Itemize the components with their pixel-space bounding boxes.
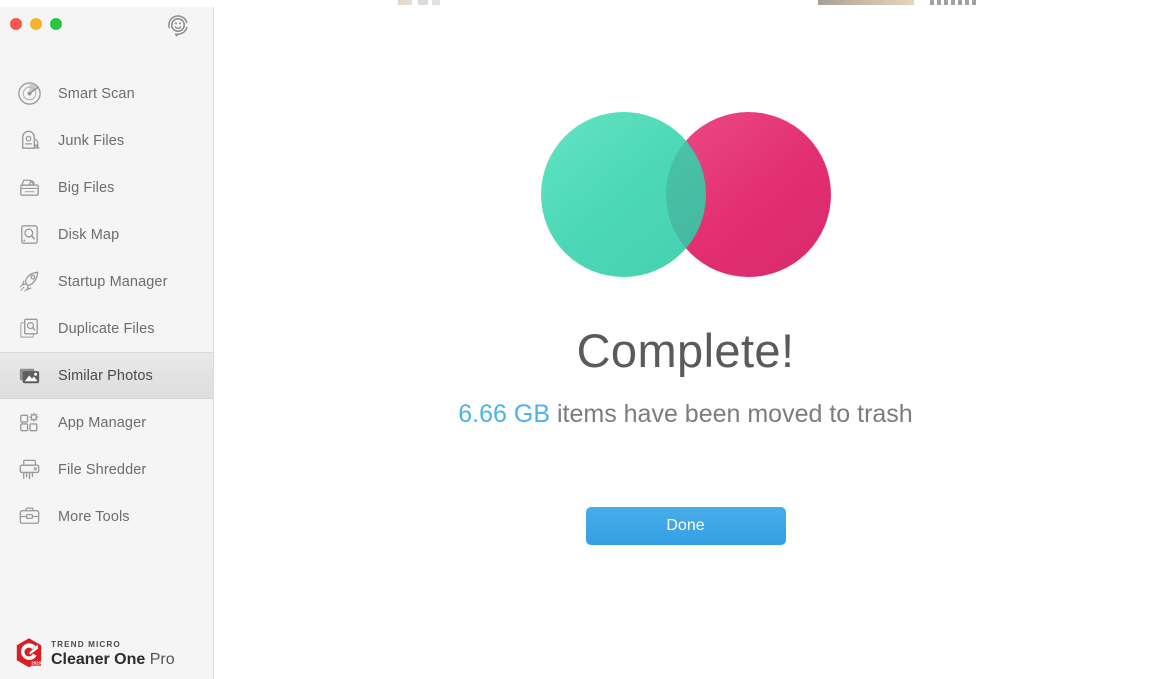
duplicate-docs-icon	[14, 314, 44, 344]
status-message: 6.66 GB items have been moved to trash	[458, 400, 912, 429]
brand-footer: 2020 TREND MICRO Cleaner One Pro	[14, 637, 175, 669]
sidebar-item-label: Disk Map	[58, 226, 120, 243]
sidebar-item-similar-photos[interactable]: Similar Photos	[0, 352, 213, 399]
sidebar-item-label: Similar Photos	[58, 367, 153, 384]
window-controls	[10, 18, 62, 30]
sidebar-item-label: Duplicate Files	[58, 320, 155, 337]
rocket-icon	[14, 267, 44, 297]
page-title: Complete!	[576, 324, 795, 377]
cleaner-one-pro-window: Smart Scan Junk Files Big Files Disk Map…	[0, 0, 1157, 679]
done-button[interactable]: Done	[585, 507, 786, 545]
trend-micro-hexagon-logo: 2020	[14, 637, 44, 669]
sidebar-item-label: App Manager	[58, 414, 147, 431]
green-circle	[540, 112, 706, 277]
brand-product-light: Pro	[145, 651, 175, 668]
svg-text:2020: 2020	[31, 661, 41, 666]
sidebar-item-smart-scan[interactable]: Smart Scan	[0, 70, 213, 117]
brand-product: Cleaner One Pro	[51, 652, 175, 668]
sidebar-item-file-shredder[interactable]: File Shredder	[0, 446, 213, 493]
vacuum-icon	[14, 126, 44, 156]
sidebar: Smart Scan Junk Files Big Files Disk Map…	[0, 0, 214, 679]
toolbox-icon	[14, 502, 44, 532]
maximize-button[interactable]	[50, 18, 62, 30]
sidebar-nav: Smart Scan Junk Files Big Files Disk Map…	[0, 70, 213, 540]
sidebar-item-disk-map[interactable]: Disk Map	[0, 211, 213, 258]
brand-company: TREND MICRO	[51, 639, 121, 649]
overlapping-circles-illustration	[540, 112, 831, 277]
sidebar-item-app-manager[interactable]: App Manager	[0, 399, 213, 446]
sidebar-item-startup-manager[interactable]: Startup Manager	[0, 258, 213, 305]
main-content: Complete! 6.66 GB items have been moved …	[214, 0, 1157, 679]
status-message-rest: items have been moved to trash	[550, 400, 913, 428]
photo-icon	[14, 361, 44, 391]
sidebar-item-label: Big Files	[58, 179, 115, 196]
minimize-button[interactable]	[30, 18, 42, 30]
disk-search-icon	[14, 220, 44, 250]
sidebar-item-label: Junk Files	[58, 132, 125, 149]
sidebar-item-duplicate-files[interactable]: Duplicate Files	[0, 305, 213, 352]
sidebar-item-label: File Shredder	[58, 461, 147, 478]
sidebar-item-more-tools[interactable]: More Tools	[0, 493, 213, 540]
title-bar	[0, 0, 213, 48]
support-headset-icon[interactable]	[165, 12, 191, 38]
sidebar-item-junk-files[interactable]: Junk Files	[0, 117, 213, 164]
apps-gear-icon	[14, 408, 44, 438]
sidebar-item-big-files[interactable]: Big Files	[0, 164, 213, 211]
sidebar-item-label: Smart Scan	[58, 85, 135, 102]
shredder-icon	[14, 455, 44, 485]
brand-product-bold: Cleaner One	[51, 651, 146, 668]
sidebar-item-label: More Tools	[58, 508, 130, 525]
basket-icon	[14, 173, 44, 203]
radar-icon	[14, 79, 44, 109]
close-button[interactable]	[10, 18, 22, 30]
freed-space-amount: 6.66 GB	[458, 400, 551, 428]
sidebar-item-label: Startup Manager	[58, 273, 168, 290]
brand-text: TREND MICRO Cleaner One Pro	[51, 639, 175, 669]
